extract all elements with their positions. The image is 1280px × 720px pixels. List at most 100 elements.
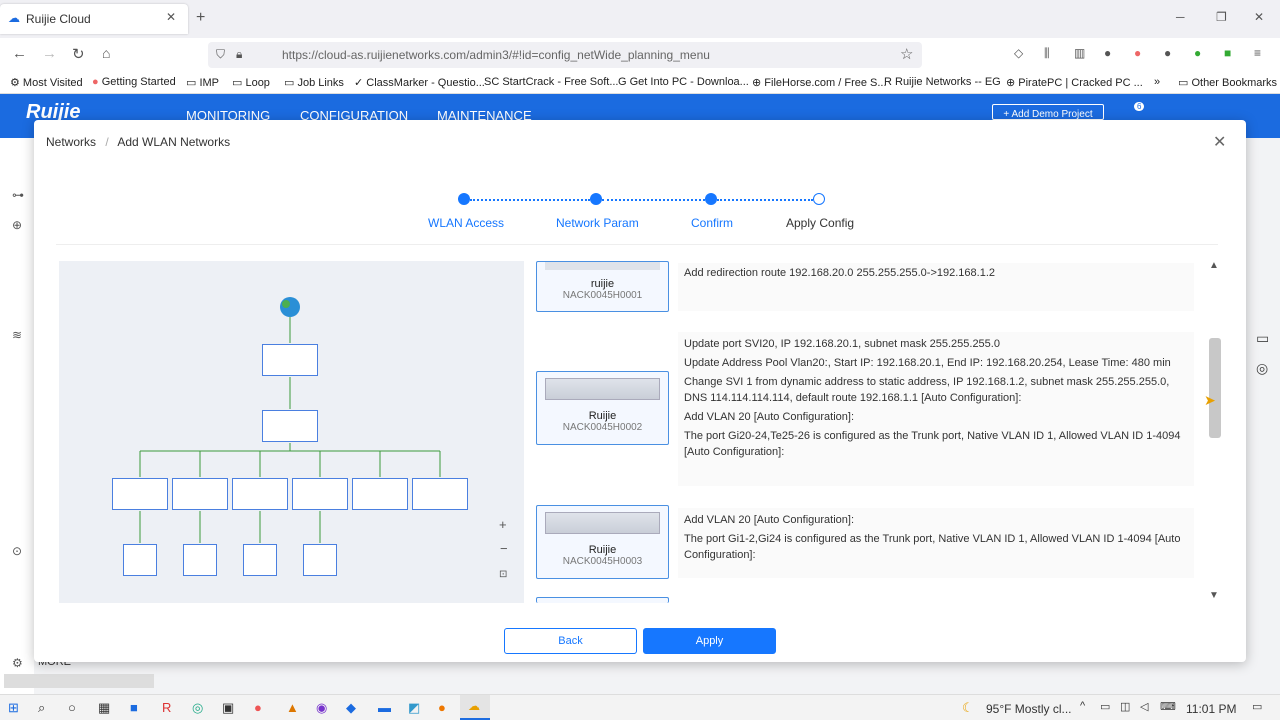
extension5-icon[interactable]: ■ xyxy=(1224,46,1231,60)
settings-icon[interactable]: ⚙ xyxy=(12,656,23,670)
zoom-out-icon[interactable]: − xyxy=(500,541,508,556)
step-apply-config: Apply Config xyxy=(786,216,855,230)
access-switch-node[interactable] xyxy=(112,478,168,510)
reload-icon[interactable]: ↻ xyxy=(72,45,85,63)
active-app-indicator[interactable]: ☁ xyxy=(460,695,490,720)
device-card[interactable]: Ruijie NACK0045H0002 xyxy=(536,371,669,445)
bookmark-startcrack[interactable]: SC StartCrack - Free Soft... xyxy=(484,76,618,88)
bookmark-getintopc[interactable]: G Get Into PC - Downloa... xyxy=(618,76,749,88)
scroll-down-icon[interactable]: ▼ xyxy=(1209,590,1219,601)
access-switch-node[interactable] xyxy=(292,478,348,510)
info-icon[interactable]: ⊙ xyxy=(12,544,22,558)
bookmark-ruijie[interactable]: R Ruijie Networks -- EG xyxy=(884,76,1001,88)
device-card-partial[interactable] xyxy=(536,597,669,603)
maximize-icon[interactable]: ❐ xyxy=(1216,10,1227,24)
taskbar-app-icon[interactable]: ◉ xyxy=(316,700,327,716)
taskbar-app-icon[interactable]: ■ xyxy=(130,700,138,715)
extension3-icon[interactable]: ● xyxy=(1164,46,1171,60)
access-switch-node[interactable] xyxy=(352,478,408,510)
bookmark-job-links[interactable]: ▭ Job Links xyxy=(284,76,344,89)
tray-chevron-icon[interactable]: ^ xyxy=(1080,700,1085,712)
weather-text[interactable]: 95°F Mostly cl... xyxy=(986,702,1071,716)
taskbar-app-icon[interactable]: ◆ xyxy=(346,700,356,716)
input-icon[interactable]: ⌨ xyxy=(1160,700,1176,713)
task-view-icon[interactable]: ▦ xyxy=(98,700,110,716)
tray-app-icon[interactable]: ▭ xyxy=(1100,700,1110,713)
pocket-icon[interactable]: ◇ xyxy=(1014,46,1023,60)
extension-icon[interactable]: ● xyxy=(1104,46,1111,60)
extension4-icon[interactable]: ● xyxy=(1194,46,1201,60)
url-bar[interactable]: ⛉ 🔒︎ https://cloud-as.ruijienetworks.com… xyxy=(208,42,922,68)
windows-start-icon[interactable]: ⊞ xyxy=(8,700,19,716)
zoom-in-icon[interactable]: + xyxy=(499,517,507,532)
bookmark-getting-started[interactable]: ● Getting Started xyxy=(92,76,176,88)
sidebar-icon[interactable]: ▥ xyxy=(1074,46,1085,60)
search-icon[interactable]: ⌕ xyxy=(38,700,45,716)
taskbar-app-icon[interactable]: ◩ xyxy=(408,700,420,716)
firefox-icon[interactable]: ● xyxy=(438,700,446,715)
bookmark-imp[interactable]: ▭ IMP xyxy=(186,76,219,89)
apply-button[interactable]: Apply xyxy=(643,628,776,654)
taskbar-app-icon[interactable]: ◎ xyxy=(192,700,203,716)
bookmarks-overflow-icon[interactable]: » xyxy=(1154,76,1160,88)
chat-icon[interactable]: ▭ xyxy=(1256,330,1269,347)
access-switch-node[interactable] xyxy=(232,478,288,510)
bookmark-star-icon[interactable]: ☆ xyxy=(900,45,913,63)
clock-time[interactable]: 11:01 PM xyxy=(1186,702,1236,716)
taskbar-app-icon[interactable]: R xyxy=(162,700,171,715)
taskbar-app-icon[interactable]: ▣ xyxy=(222,700,234,716)
close-tab-icon[interactable]: ✕ xyxy=(166,10,176,24)
topology-icon[interactable]: ⊶ xyxy=(12,188,24,202)
core-switch-node[interactable] xyxy=(262,410,318,442)
config-detail: Add redirection route 192.168.20.0 255.2… xyxy=(678,263,1194,311)
wifi-icon[interactable]: ≋ xyxy=(12,328,22,342)
divider xyxy=(56,244,1218,245)
access-point-node[interactable] xyxy=(183,544,217,576)
taskbar-app-icon[interactable]: ● xyxy=(254,700,262,715)
browser-tab[interactable]: ☁ Ruijie Cloud ✕ xyxy=(0,4,188,34)
library-icon[interactable]: ⫼ xyxy=(1044,46,1050,61)
access-point-node[interactable] xyxy=(243,544,277,576)
globe-icon[interactable]: ⊕ xyxy=(12,218,22,232)
home-icon[interactable]: ⌂ xyxy=(102,45,110,61)
access-switch-node[interactable] xyxy=(172,478,228,510)
config-line: Add VLAN 20 [Auto Configuration]: xyxy=(684,411,854,423)
topology-canvas[interactable]: + − ⊡ xyxy=(59,261,524,603)
gateway-node[interactable] xyxy=(262,344,318,376)
forward-arrow-icon[interactable]: → xyxy=(42,45,57,62)
volume-icon[interactable]: ◁ xyxy=(1140,700,1148,713)
scroll-up-icon[interactable]: ▲ xyxy=(1209,260,1219,271)
headset-icon[interactable]: ◎ xyxy=(1256,360,1268,377)
bookmark-other[interactable]: ▭ Other Bookmarks xyxy=(1178,76,1277,89)
bookmark-filehorse[interactable]: ⊕ FileHorse.com / Free S... xyxy=(752,76,887,89)
modal-close-icon[interactable]: ✕ xyxy=(1213,132,1226,152)
add-demo-project-button[interactable]: + Add Demo Project xyxy=(992,104,1104,120)
scrollbar-thumb[interactable] xyxy=(1209,338,1221,438)
bookmark-loop[interactable]: ▭ Loop xyxy=(232,76,270,89)
notifications-icon[interactable]: ▭ xyxy=(1252,700,1262,713)
access-point-node[interactable] xyxy=(303,544,337,576)
taskbar-app-icon[interactable]: ▬ xyxy=(378,700,391,715)
device-card[interactable]: Ruijie NACK0045H0003 xyxy=(536,505,669,579)
minimize-icon[interactable]: ─ xyxy=(1176,10,1185,24)
bookmark-most-visited[interactable]: ⚙ Most Visited xyxy=(10,76,83,89)
taskbar-app-icon[interactable]: ▲ xyxy=(286,700,299,715)
back-button[interactable]: Back xyxy=(504,628,637,654)
bookmark-piratepc[interactable]: ⊕ PiratePC | Cracked PC ... xyxy=(1006,76,1143,89)
back-arrow-icon[interactable]: ← xyxy=(12,45,27,62)
network-icon[interactable]: ◫ xyxy=(1120,700,1130,713)
window-close-icon[interactable]: ✕ xyxy=(1254,10,1264,24)
fit-view-icon[interactable]: ⊡ xyxy=(499,569,507,580)
cortana-icon[interactable]: ○ xyxy=(68,700,76,715)
app-menu-icon[interactable]: ≡ xyxy=(1254,46,1261,60)
device-card[interactable]: ruijie NACK0045H0001 xyxy=(536,261,669,312)
device-name: ruijie xyxy=(590,278,615,290)
access-point-node[interactable] xyxy=(123,544,157,576)
horizontal-scrollbar[interactable] xyxy=(4,674,154,688)
breadcrumb-networks[interactable]: Networks xyxy=(46,135,96,149)
new-tab-icon[interactable]: + xyxy=(196,9,205,27)
access-switch-node[interactable] xyxy=(412,478,468,510)
bookmark-label: StartCrack - Free Soft... xyxy=(502,76,619,88)
bookmark-classmarker[interactable]: ✓ ClassMarker - Questio... xyxy=(354,76,485,89)
extension2-icon[interactable]: ● xyxy=(1134,46,1141,60)
